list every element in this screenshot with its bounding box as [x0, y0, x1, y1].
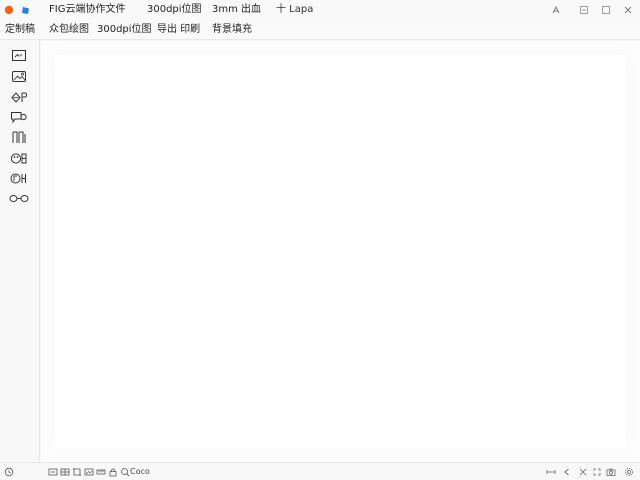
- minimize-icon[interactable]: [578, 4, 590, 16]
- menu-crowd-drawing[interactable]: 众包绘图: [49, 24, 89, 36]
- grid-icon[interactable]: [60, 467, 70, 477]
- settings-icon[interactable]: [624, 467, 634, 477]
- new-tab-button[interactable]: 十 Lapa: [276, 4, 313, 16]
- menu-bar: 定制稿 众包绘图 300dpi位图 导出 印刷 背景填充: [0, 20, 640, 40]
- split-view-icon[interactable]: [578, 467, 588, 477]
- lock-icon[interactable]: [108, 467, 118, 477]
- tool-rail: [0, 40, 40, 462]
- link-icon[interactable]: [9, 191, 29, 205]
- status-bar: Coco: [0, 462, 640, 480]
- zoom-label[interactable]: Coco: [130, 466, 150, 478]
- image-frame-icon[interactable]: [9, 48, 29, 62]
- menu-300dpi-bitmap[interactable]: 300dpi位图: [97, 24, 152, 36]
- close-icon[interactable]: [622, 4, 634, 16]
- speech-bubble-icon[interactable]: [9, 110, 29, 124]
- page-icon[interactable]: [48, 467, 58, 477]
- columns-icon[interactable]: [9, 130, 29, 144]
- canvas-area[interactable]: [41, 41, 640, 462]
- fit-width-icon[interactable]: [546, 467, 556, 477]
- zoom-icon[interactable]: [120, 467, 130, 477]
- image-icon[interactable]: [84, 467, 94, 477]
- photo-card-icon[interactable]: [9, 69, 29, 83]
- paint-bucket-icon[interactable]: [9, 90, 29, 104]
- tab-3mm-bleed[interactable]: 3mm 出血: [212, 4, 261, 16]
- layers-icon[interactable]: [9, 171, 29, 185]
- crop-icon[interactable]: [72, 467, 82, 477]
- app-logo[interactable]: [3, 4, 33, 16]
- camera-icon[interactable]: [606, 467, 616, 477]
- menu-export-print[interactable]: 导出 印刷: [157, 24, 200, 36]
- fullscreen-icon[interactable]: [592, 467, 602, 477]
- pin-icon[interactable]: [550, 4, 562, 16]
- tab-fig-cloud-file[interactable]: FIG云端协作文件: [49, 4, 125, 16]
- clock-icon[interactable]: [4, 467, 14, 477]
- pan-left-icon[interactable]: [562, 467, 572, 477]
- menu-background-fill[interactable]: 背景填充: [212, 24, 252, 36]
- palette-icon[interactable]: [9, 151, 29, 165]
- title-bar: FIG云端协作文件 300dpi位图 3mm 出血 十 Lapa: [0, 0, 640, 20]
- maximize-icon[interactable]: [600, 4, 612, 16]
- ruler-icon[interactable]: [96, 467, 106, 477]
- menu-custom-draft[interactable]: 定制稿: [5, 24, 35, 36]
- artboard[interactable]: [55, 55, 626, 448]
- tab-300dpi-bitmap[interactable]: 300dpi位图: [147, 4, 202, 16]
